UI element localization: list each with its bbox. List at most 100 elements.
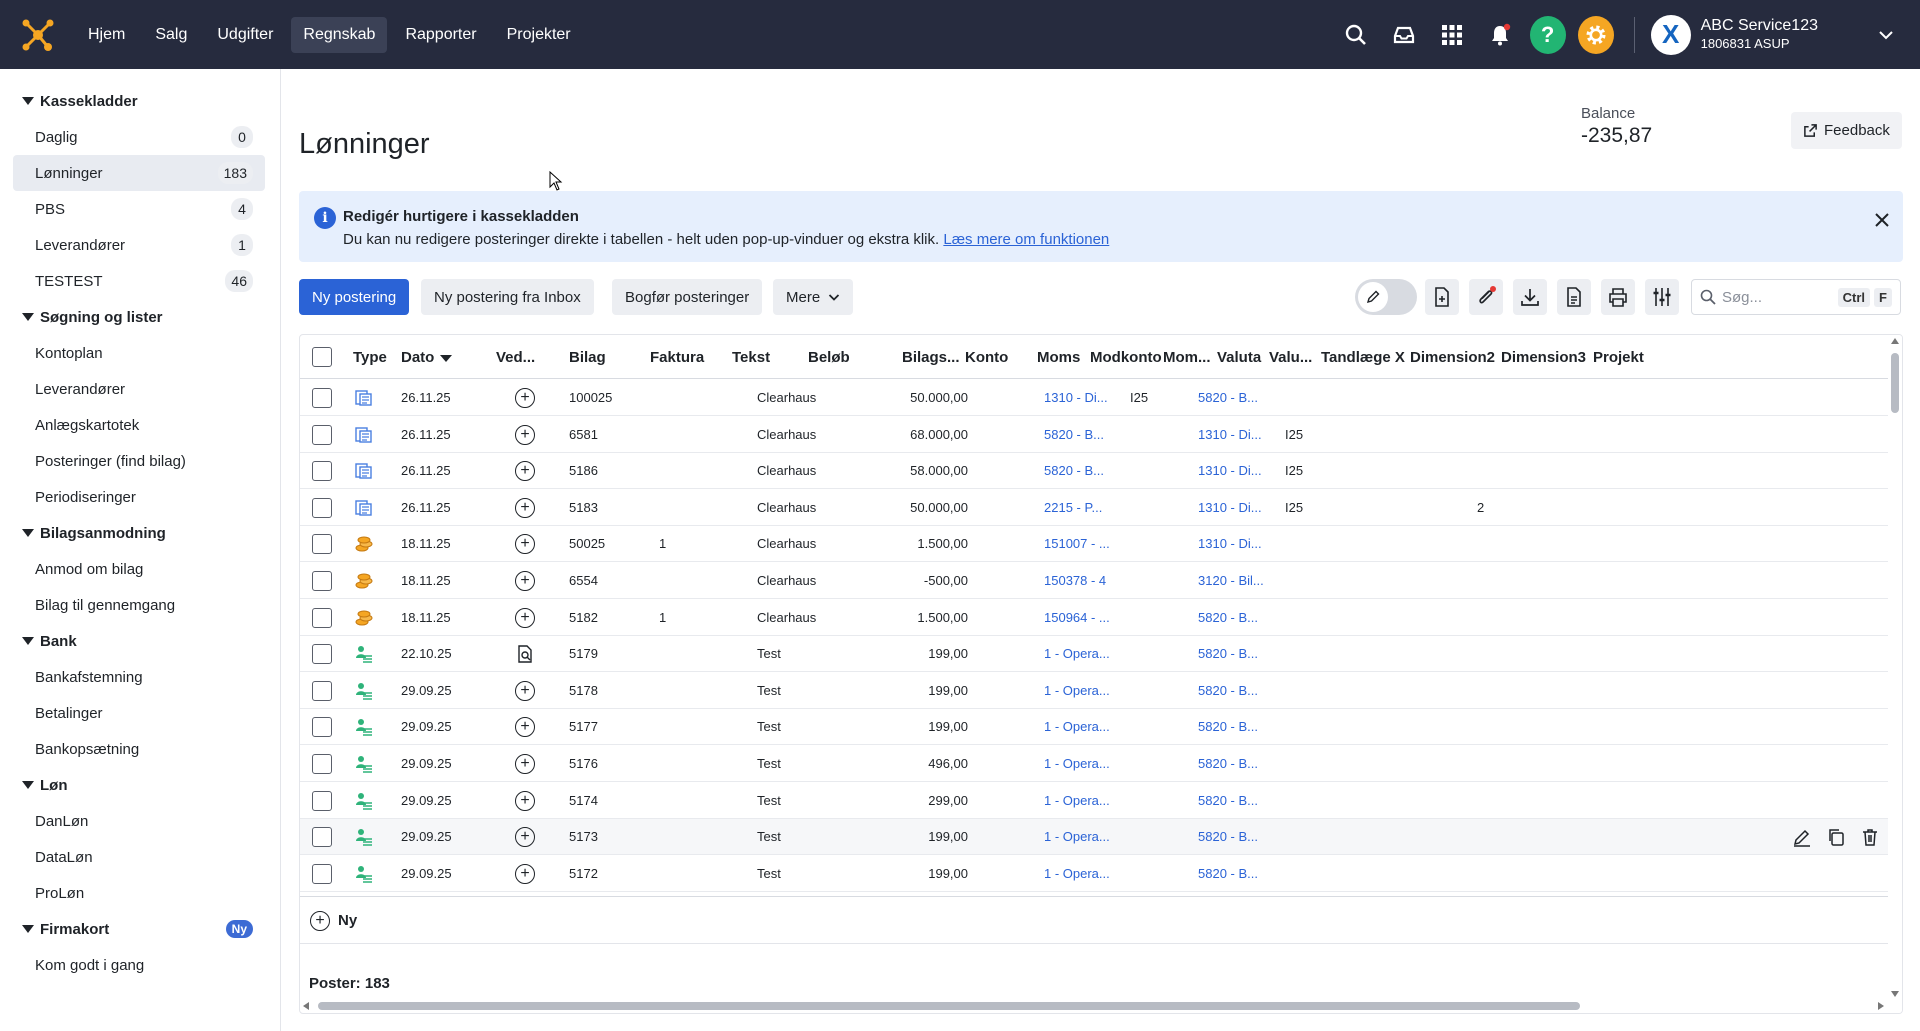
cell-modkonto[interactable]: 5820 - B... [1198, 756, 1258, 771]
cell-modkonto[interactable]: 5820 - B... [1198, 646, 1258, 661]
cell-bilag[interactable]: 5186 [569, 463, 598, 478]
column-header[interactable]: Tekst [732, 349, 770, 366]
edit-icon[interactable] [1792, 827, 1812, 850]
cell-moms[interactable]: I25 [1130, 390, 1148, 405]
cell-bilag[interactable]: 5176 [569, 756, 598, 771]
sidebar-item[interactable]: PBS 4 [13, 191, 265, 227]
cell-date[interactable]: 29.09.25 [401, 683, 452, 698]
cell-amount[interactable]: 1.500,00 [840, 610, 968, 625]
cell-konto[interactable]: 1 - Opera... [1044, 866, 1110, 881]
sidebar-item[interactable]: ProLøn [13, 875, 265, 911]
sidebar-item[interactable]: Kontoplan [13, 335, 265, 371]
cell-date[interactable]: 18.11.25 [401, 536, 451, 551]
sidebar-item[interactable]: Kom godt i gang [13, 947, 265, 983]
cell-modkonto[interactable]: 5820 - B... [1198, 866, 1258, 881]
cell-date[interactable]: 29.09.25 [401, 793, 452, 808]
sidebar-item[interactable]: Lønninger 183 [13, 155, 265, 191]
inline-edit-toggle[interactable] [1355, 279, 1417, 315]
cell-date[interactable]: 26.11.25 [401, 390, 451, 405]
vertical-scroll-thumb[interactable] [1891, 353, 1899, 413]
add-attachment-icon[interactable]: + [515, 571, 535, 591]
cell-amount[interactable]: 496,00 [840, 756, 968, 771]
table-row[interactable]: 26.11.25 +5183 Clearhaus 50.000,00 2215 - P.… [300, 490, 1890, 526]
cell-konto[interactable]: 150378 - 4 [1044, 573, 1106, 588]
cell-bilag[interactable]: 6554 [569, 573, 598, 588]
row-checkbox[interactable] [312, 680, 332, 701]
row-checkbox[interactable] [312, 607, 332, 628]
sidebar-item[interactable]: Leverandører 1 [13, 227, 265, 263]
table-row[interactable]: 29.09.25 +5172 Test 199,00 1 - Opera... 5820 … [300, 856, 1890, 892]
cell-date[interactable]: 22.10.25 [401, 646, 452, 661]
table-row[interactable]: 29.09.25 +5177 Test 199,00 1 - Opera... 5820 … [300, 709, 1890, 746]
cell-amount[interactable]: 199,00 [840, 719, 968, 734]
bell-icon[interactable] [1482, 17, 1518, 53]
cell-amount[interactable]: 1.500,00 [840, 536, 968, 551]
cell-amount[interactable]: 199,00 [840, 646, 968, 661]
column-header[interactable]: Bilags... [902, 349, 960, 366]
cell-text[interactable]: Test [757, 646, 781, 661]
cell-konto[interactable]: 1 - Opera... [1044, 829, 1110, 844]
table-row[interactable]: 29.09.25 +5178 Test 199,00 1 - Opera... 5820 … [300, 673, 1890, 709]
cell-amount[interactable]: 299,00 [840, 793, 968, 808]
sidebar-section-header[interactable]: Bank [0, 623, 280, 659]
row-checkbox[interactable] [312, 644, 332, 665]
row-checkbox[interactable] [312, 424, 332, 445]
cell-amount[interactable]: 199,00 [840, 829, 968, 844]
row-checkbox[interactable] [312, 534, 332, 555]
cell-date[interactable]: 29.09.25 [401, 719, 452, 734]
table-row[interactable]: 29.09.25 +5173 Test 199,00 1 - Opera... 5820 … [300, 819, 1890, 856]
add-attachment-icon[interactable]: + [515, 534, 535, 555]
cell-text[interactable]: Clearhaus [757, 463, 816, 478]
column-header[interactable]: Valuta [1217, 349, 1261, 366]
inbox-icon[interactable] [1386, 17, 1422, 53]
row-checkbox[interactable] [312, 461, 332, 482]
table-row[interactable]: 18.11.25 +50025 1 Clearhaus 1.500,00 151007 -… [300, 526, 1890, 563]
nav-item-rapporter[interactable]: Rapporter [393, 17, 488, 53]
cell-modkonto[interactable]: 5820 - B... [1198, 683, 1258, 698]
column-header[interactable]: Bilag [569, 349, 606, 366]
cell-text[interactable]: Test [757, 866, 781, 881]
cell-date[interactable]: 29.09.25 [401, 829, 452, 844]
cell-bilag[interactable]: 5182 [569, 610, 598, 625]
cell-konto[interactable]: 1310 - Di... [1044, 390, 1108, 405]
cell-konto[interactable]: 5820 - B... [1044, 463, 1104, 478]
cell-modkonto[interactable]: 5820 - B... [1198, 719, 1258, 734]
row-checkbox[interactable] [312, 754, 332, 774]
table-row[interactable]: 18.11.25 +5182 1 Clearhaus 1.500,00 150964 - … [300, 600, 1890, 636]
cell-bilag[interactable]: 5173 [569, 829, 598, 844]
new-entry-button[interactable]: Ny postering [299, 279, 410, 315]
sidebar-item[interactable]: DataLøn [13, 839, 265, 875]
cell-bilag[interactable]: 5178 [569, 683, 598, 698]
cell-modkonto[interactable]: 3120 - Bil... [1198, 573, 1264, 588]
export-document-icon[interactable] [1557, 279, 1591, 315]
cell-text[interactable]: Clearhaus [757, 390, 816, 405]
download-icon[interactable] [1513, 279, 1547, 315]
cell-konto[interactable]: 1 - Opera... [1044, 719, 1110, 734]
cell-text[interactable]: Clearhaus [757, 500, 816, 515]
column-header[interactable]: Beløb [808, 349, 850, 366]
sidebar-item[interactable]: Bilag til gennemgang [13, 587, 265, 623]
cell-modkonto[interactable]: 5820 - B... [1198, 829, 1258, 844]
table-row[interactable]: 26.11.25 +100025 Clearhaus 50.000,00 1310 - … [300, 380, 1890, 416]
cell-modkonto[interactable]: 1310 - Di... [1198, 427, 1262, 442]
cell-date[interactable]: 29.09.25 [401, 866, 452, 881]
cell-faktura[interactable]: 1 [659, 536, 666, 551]
vertical-scrollbar[interactable] [1888, 335, 1902, 1013]
cell-date[interactable]: 26.11.25 [401, 463, 451, 478]
column-header[interactable]: Type [353, 349, 387, 366]
sidebar-item[interactable]: Bankopsætning [13, 731, 265, 767]
cell-modkonto[interactable]: 1310 - Di... [1198, 536, 1262, 551]
cell-date[interactable]: 26.11.25 [401, 427, 451, 442]
sidebar-item[interactable]: Posteringer (find bilag) [13, 443, 265, 479]
row-checkbox[interactable] [312, 790, 332, 811]
cell-modmoms[interactable]: I25 [1285, 463, 1303, 478]
column-header[interactable]: Dato [401, 349, 453, 366]
column-header[interactable]: Valu... [1269, 349, 1312, 366]
horizontal-scrollbar[interactable] [300, 999, 1902, 1013]
cell-konto[interactable]: 5820 - B... [1044, 427, 1104, 442]
cell-modkonto[interactable]: 1310 - Di... [1198, 463, 1262, 478]
cell-modmoms[interactable]: I25 [1285, 500, 1303, 515]
table-row[interactable]: 22.10.25 5179 Test 199,00 1 - Opera... 5820 -… [300, 636, 1890, 673]
add-attachment-icon[interactable]: + [515, 424, 535, 445]
column-header[interactable]: Tandlæge X [1321, 349, 1405, 366]
